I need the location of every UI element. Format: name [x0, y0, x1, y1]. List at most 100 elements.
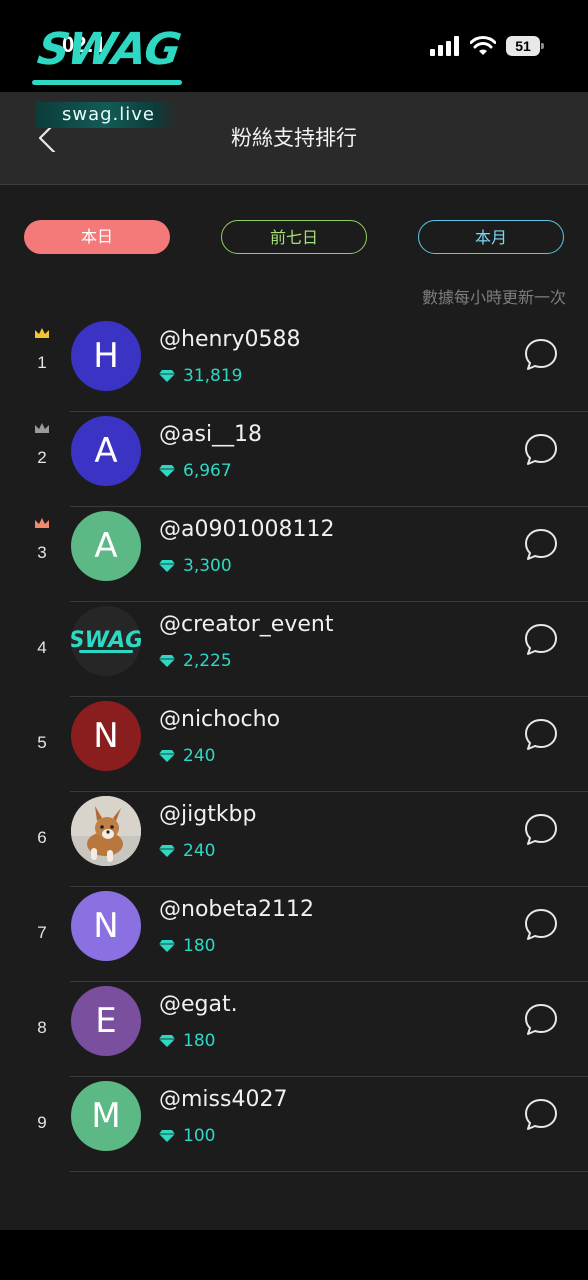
diamond-icon: [159, 370, 175, 382]
rank-number: 8: [37, 1018, 47, 1037]
crown-icon: [35, 423, 49, 433]
diamond-score: 3,300: [159, 556, 232, 576]
list-item[interactable]: 3 A @a0901008112 3,300: [0, 507, 588, 602]
update-note: 數據每小時更新一次: [421, 288, 566, 307]
avatar[interactable]: A: [71, 416, 141, 486]
diamond-icon: [159, 465, 175, 477]
diamond-icon: [159, 940, 175, 952]
username[interactable]: @miss4027: [159, 1087, 287, 1112]
score-value: 6,967: [183, 461, 232, 481]
username[interactable]: @henry0588: [159, 327, 300, 352]
list-item[interactable]: 2 A @asi__18 6,967: [0, 412, 588, 507]
avatar[interactable]: SWAG: [71, 606, 141, 676]
diamond-score: 31,819: [159, 366, 242, 386]
username[interactable]: @a0901008112: [159, 517, 334, 542]
tab-this-month[interactable]: 本月: [418, 220, 564, 254]
avatar-initial: N: [93, 716, 119, 756]
chat-icon[interactable]: [524, 718, 558, 752]
logo-underline: [32, 80, 182, 85]
list-item[interactable]: 6 @jigtkbp 240: [0, 792, 588, 887]
avatar[interactable]: A: [71, 511, 141, 581]
avatar-initial: A: [94, 526, 118, 566]
tab-today[interactable]: 本日: [24, 220, 170, 254]
period-tabs: 本日 前七日 本月: [24, 220, 566, 256]
list-item[interactable]: 7 N @nobeta2112 180: [0, 887, 588, 982]
rank-number: 3: [37, 543, 47, 562]
rank-number: 9: [37, 1113, 47, 1132]
battery-icon: 51: [506, 36, 544, 56]
tab-last-7-days[interactable]: 前七日: [221, 220, 367, 254]
bottom-bar: [0, 1230, 588, 1280]
svg-text:SWAG: SWAG: [71, 628, 141, 653]
score-value: 100: [183, 1126, 216, 1146]
list-item[interactable]: 9 M @miss4027 100: [0, 1077, 588, 1172]
crown-icon: [35, 518, 49, 528]
avatar-initial: A: [94, 431, 118, 471]
avatar[interactable]: E: [71, 986, 141, 1056]
diamond-score: 180: [159, 936, 215, 956]
avatar-initial: E: [95, 1001, 117, 1041]
logo-site: swag.live: [36, 102, 176, 128]
score-value: 180: [183, 936, 216, 956]
username[interactable]: @nichocho: [159, 707, 280, 732]
avatar-initial: N: [93, 906, 119, 946]
username[interactable]: @asi__18: [159, 422, 262, 447]
rank-number: 4: [37, 638, 47, 657]
username[interactable]: @nobeta2112: [159, 897, 314, 922]
diamond-score: 100: [159, 1126, 215, 1146]
avatar[interactable]: N: [71, 701, 141, 771]
rank-number: 1: [37, 353, 47, 372]
chat-icon[interactable]: [524, 1003, 558, 1037]
diamond-icon: [159, 1130, 175, 1142]
chat-icon[interactable]: [524, 908, 558, 942]
rank-number: 7: [37, 923, 47, 942]
diamond-score: 180: [159, 1031, 215, 1051]
list-item[interactable]: 8 E @egat. 180: [0, 982, 588, 1077]
ranking-list: 1 H @henry0588 31,819 2 A @asi__18 6,967 3 A @a090…: [0, 317, 588, 1172]
avatar[interactable]: M: [71, 1081, 141, 1151]
diamond-score: 2,225: [159, 651, 232, 671]
diamond-score: 6,967: [159, 461, 232, 481]
battery-level: 51: [515, 38, 531, 54]
swag-logo: SWAG swag.live: [28, 18, 188, 133]
avatar[interactable]: H: [71, 321, 141, 391]
swag-avatar-icon: SWAG: [71, 628, 141, 653]
diamond-icon: [159, 845, 175, 857]
username[interactable]: @egat.: [159, 992, 238, 1017]
rank-number: 6: [37, 828, 47, 847]
rank-number: 2: [37, 448, 47, 467]
score-value: 240: [183, 746, 216, 766]
list-item[interactable]: 1 H @henry0588 31,819: [0, 317, 588, 412]
chat-icon[interactable]: [524, 623, 558, 657]
score-value: 180: [183, 1031, 216, 1051]
avatar-initial: M: [91, 1096, 121, 1136]
chat-icon[interactable]: [524, 813, 558, 847]
score-value: 3,300: [183, 556, 232, 576]
chat-icon[interactable]: [524, 528, 558, 562]
avatar[interactable]: N: [71, 891, 141, 961]
wifi-icon: [470, 36, 496, 55]
username[interactable]: @creator_event: [159, 612, 333, 637]
chat-icon[interactable]: [524, 338, 558, 372]
diamond-icon: [159, 560, 175, 572]
list-item[interactable]: 4 SWAG @creator_event 2,225: [0, 602, 588, 697]
username[interactable]: @jigtkbp: [159, 802, 257, 827]
chat-icon[interactable]: [524, 433, 558, 467]
chat-icon[interactable]: [524, 1098, 558, 1132]
score-value: 31,819: [183, 366, 243, 386]
signal-icon: [430, 36, 459, 56]
row-divider: [70, 1171, 588, 1172]
diamond-icon: [159, 750, 175, 762]
system-icons: 51: [430, 36, 544, 56]
rank-number: 5: [37, 733, 47, 752]
diamond-icon: [159, 655, 175, 667]
ranking-content: 本日 前七日 本月 數據每小時更新一次 1 H @henry0588 31,819 2 A…: [0, 185, 588, 1230]
crown-icon: [35, 328, 49, 338]
avatar[interactable]: [71, 796, 141, 866]
list-item[interactable]: 5 N @nichocho 240: [0, 697, 588, 792]
score-value: 2,225: [183, 651, 232, 671]
dog-photo-icon: [71, 796, 141, 866]
avatar-initial: H: [93, 336, 119, 376]
score-value: 240: [183, 841, 216, 861]
diamond-score: 240: [159, 746, 215, 766]
